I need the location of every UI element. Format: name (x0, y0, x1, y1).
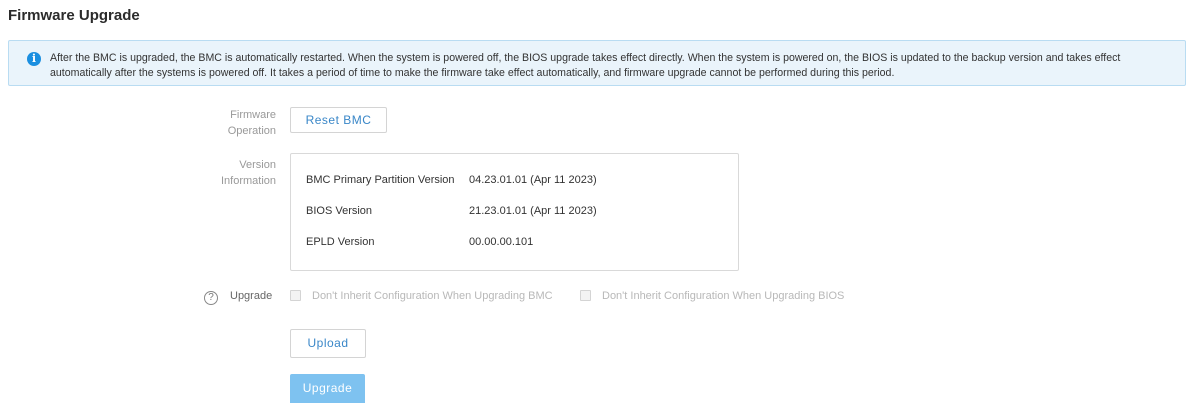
version-information-label-line2: Information (220, 175, 276, 187)
version-information-label-line1: Version (239, 159, 276, 171)
version-info-panel: BMC Primary Partition Version 04.23.01.0… (290, 153, 739, 271)
version-value: 00.00.00.101 (469, 236, 534, 248)
version-value: 21.23.01.01 (Apr 11 2023) (469, 205, 597, 217)
page-title: Firmware Upgrade (8, 7, 140, 24)
firmware-operation-label-line2: Operation (227, 125, 276, 137)
info-notice: i After the BMC is upgraded, the BMC is … (8, 40, 1186, 86)
inherit-bmc-checkbox[interactable]: Don't Inherit Configuration When Upgradi… (290, 290, 553, 302)
version-name: EPLD Version (306, 236, 375, 248)
version-name: BIOS Version (306, 205, 373, 217)
upgrade-button[interactable]: Upgrade (290, 374, 365, 403)
firmware-upgrade-page: Firmware Upgrade i After the BMC is upgr… (0, 0, 1190, 403)
upgrade-label: Upgrade (230, 290, 273, 302)
reset-bmc-button[interactable]: Reset BMC (290, 107, 387, 133)
checkbox-box[interactable] (580, 290, 591, 301)
firmware-operation-label-line1: Firmware (230, 109, 276, 121)
version-name: BMC Primary Partition Version (306, 174, 455, 186)
notice-text: After the BMC is upgraded, the BMC is au… (50, 52, 1121, 79)
question-circle-icon[interactable]: ? (204, 291, 218, 305)
inherit-bmc-checkbox-label: Don't Inherit Configuration When Upgradi… (312, 290, 553, 302)
version-information-label: Version Information (221, 157, 276, 189)
inherit-bios-checkbox-label: Don't Inherit Configuration When Upgradi… (602, 290, 845, 302)
inherit-bios-checkbox[interactable]: Don't Inherit Configuration When Upgradi… (580, 290, 844, 302)
firmware-operation-label: Firmware Operation (228, 107, 276, 139)
upload-button[interactable]: Upload (290, 329, 366, 358)
info-icon: i (27, 52, 41, 66)
version-value: 04.23.01.01 (Apr 11 2023) (469, 174, 597, 186)
checkbox-box[interactable] (290, 290, 301, 301)
